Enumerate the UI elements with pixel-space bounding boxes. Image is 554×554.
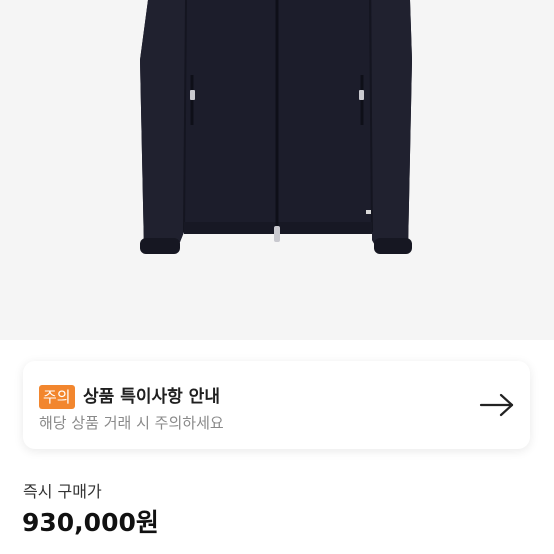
jacket-image — [140, 0, 412, 254]
price-value: 930,000원 — [22, 508, 159, 537]
price-label: 즉시 구매가 — [23, 482, 102, 501]
product-notice-card[interactable]: 주의 상품 특이사항 안내 해당 상품 거래 시 주의하세요 — [23, 361, 530, 449]
product-image[interactable] — [0, 0, 554, 340]
warning-badge: 주의 — [39, 385, 75, 409]
notice-subtitle: 해당 상품 거래 시 주의하세요 — [39, 414, 224, 432]
notice-title: 상품 특이사항 안내 — [83, 387, 220, 407]
arrow-right-icon[interactable] — [479, 393, 515, 417]
